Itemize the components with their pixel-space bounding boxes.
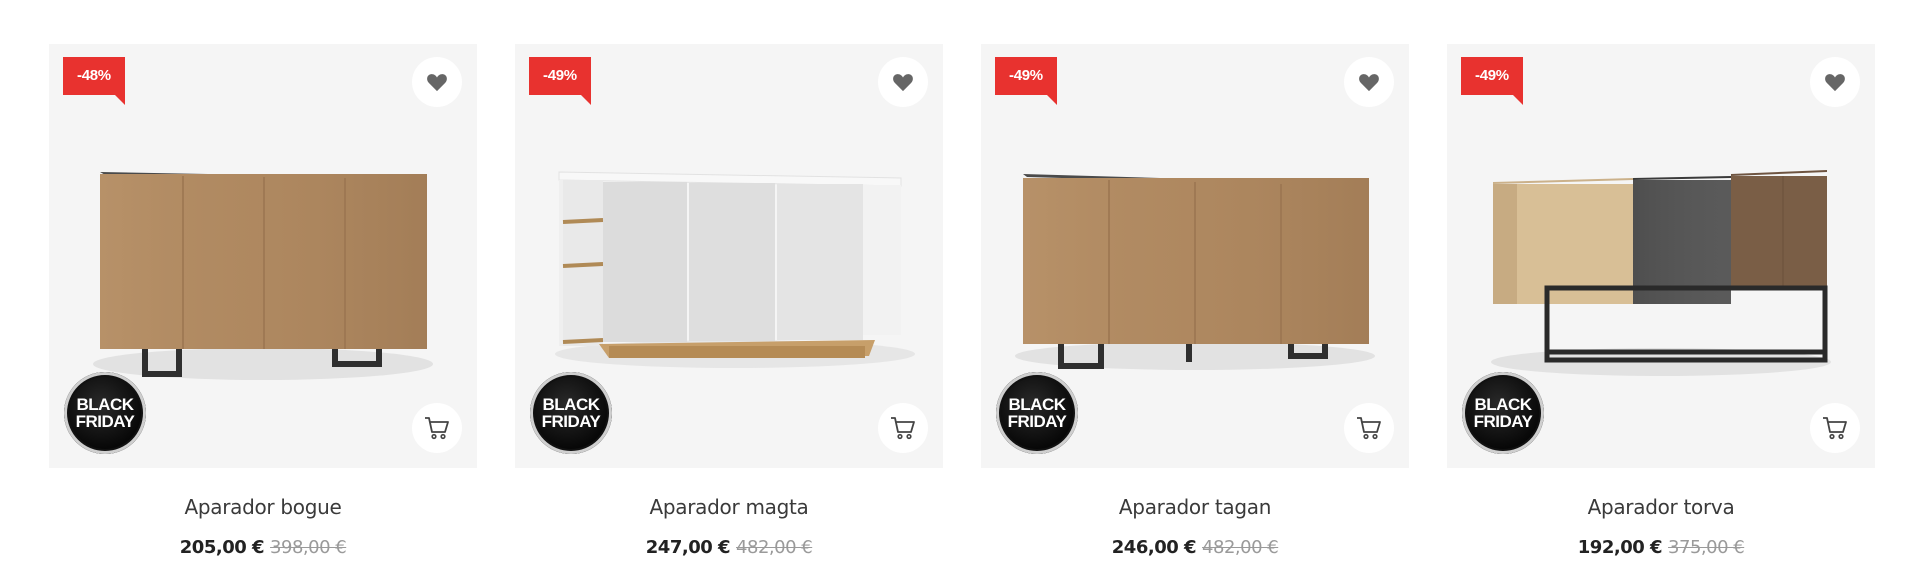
- badge-text-line2: FRIDAY: [75, 412, 135, 431]
- badge-text-line2: FRIDAY: [541, 412, 601, 431]
- badge-text-line1: BLACK: [542, 395, 601, 414]
- product-image-area[interactable]: -48% BLACK FRIDAY: [49, 44, 477, 468]
- original-price: 482,00 €: [1202, 537, 1279, 558]
- sale-price: 205,00 €: [179, 537, 265, 558]
- product-name[interactable]: Aparador torva: [1447, 495, 1875, 519]
- price-row: 192,00 €375,00 €: [1447, 537, 1875, 558]
- add-to-cart-button[interactable]: [1344, 403, 1394, 453]
- black-friday-badge: BLACK FRIDAY: [1462, 372, 1544, 454]
- original-price: 375,00 €: [1668, 537, 1745, 558]
- sale-price: 246,00 €: [1111, 537, 1197, 558]
- badge-text-line2: FRIDAY: [1007, 412, 1067, 431]
- discount-badge: -49%: [1461, 57, 1523, 105]
- heart-icon: [1825, 74, 1845, 92]
- sale-price: 192,00 €: [1577, 537, 1663, 558]
- product-grid: -48% BLACK FRIDAY Aparador bogue 205,00 …: [49, 44, 1875, 575]
- price-row: 246,00 €482,00 €: [981, 537, 1409, 558]
- add-to-cart-button[interactable]: [412, 403, 462, 453]
- discount-badge: -49%: [529, 57, 591, 105]
- heart-icon: [1359, 74, 1379, 92]
- badge-text-line1: BLACK: [1474, 395, 1533, 414]
- cart-icon: [425, 417, 449, 440]
- price-row: 205,00 €398,00 €: [49, 537, 477, 558]
- original-price: 482,00 €: [736, 537, 813, 558]
- heart-icon: [427, 74, 447, 92]
- wishlist-button[interactable]: [878, 57, 928, 107]
- product-card[interactable]: -49% BLACK FRIDAY Aparador magta 247,00 …: [515, 44, 943, 558]
- product-name[interactable]: Aparador bogue: [49, 495, 477, 519]
- cart-icon: [891, 417, 915, 440]
- price-row: 247,00 €482,00 €: [515, 537, 943, 558]
- wishlist-button[interactable]: [1344, 57, 1394, 107]
- black-friday-badge: BLACK FRIDAY: [64, 372, 146, 454]
- product-image-area[interactable]: -49% BLACK FRIDAY: [981, 44, 1409, 468]
- black-friday-badge: BLACK FRIDAY: [530, 372, 612, 454]
- product-card[interactable]: -49% BLACK FRIDAY Aparador torva 192,00 …: [1447, 44, 1875, 558]
- badge-text-line1: BLACK: [1008, 395, 1067, 414]
- badge-text-line2: FRIDAY: [1473, 412, 1533, 431]
- discount-badge: -49%: [995, 57, 1057, 105]
- cart-icon: [1357, 417, 1381, 440]
- wishlist-button[interactable]: [412, 57, 462, 107]
- product-name[interactable]: Aparador magta: [515, 495, 943, 519]
- black-friday-badge: BLACK FRIDAY: [996, 372, 1078, 454]
- product-card[interactable]: -49% BLACK FRIDAY Aparador tagan 246,00 …: [981, 44, 1409, 558]
- discount-badge: -48%: [63, 57, 125, 105]
- add-to-cart-button[interactable]: [878, 403, 928, 453]
- product-image-area[interactable]: -49% BLACK FRIDAY: [1447, 44, 1875, 468]
- sale-price: 247,00 €: [645, 537, 731, 558]
- product-card[interactable]: -48% BLACK FRIDAY Aparador bogue 205,00 …: [49, 44, 477, 558]
- cart-icon: [1823, 417, 1847, 440]
- product-image-area[interactable]: -49% BLACK FRIDAY: [515, 44, 943, 468]
- heart-icon: [893, 74, 913, 92]
- original-price: 398,00 €: [270, 537, 347, 558]
- product-name[interactable]: Aparador tagan: [981, 495, 1409, 519]
- badge-text-line1: BLACK: [76, 395, 135, 414]
- add-to-cart-button[interactable]: [1810, 403, 1860, 453]
- wishlist-button[interactable]: [1810, 57, 1860, 107]
